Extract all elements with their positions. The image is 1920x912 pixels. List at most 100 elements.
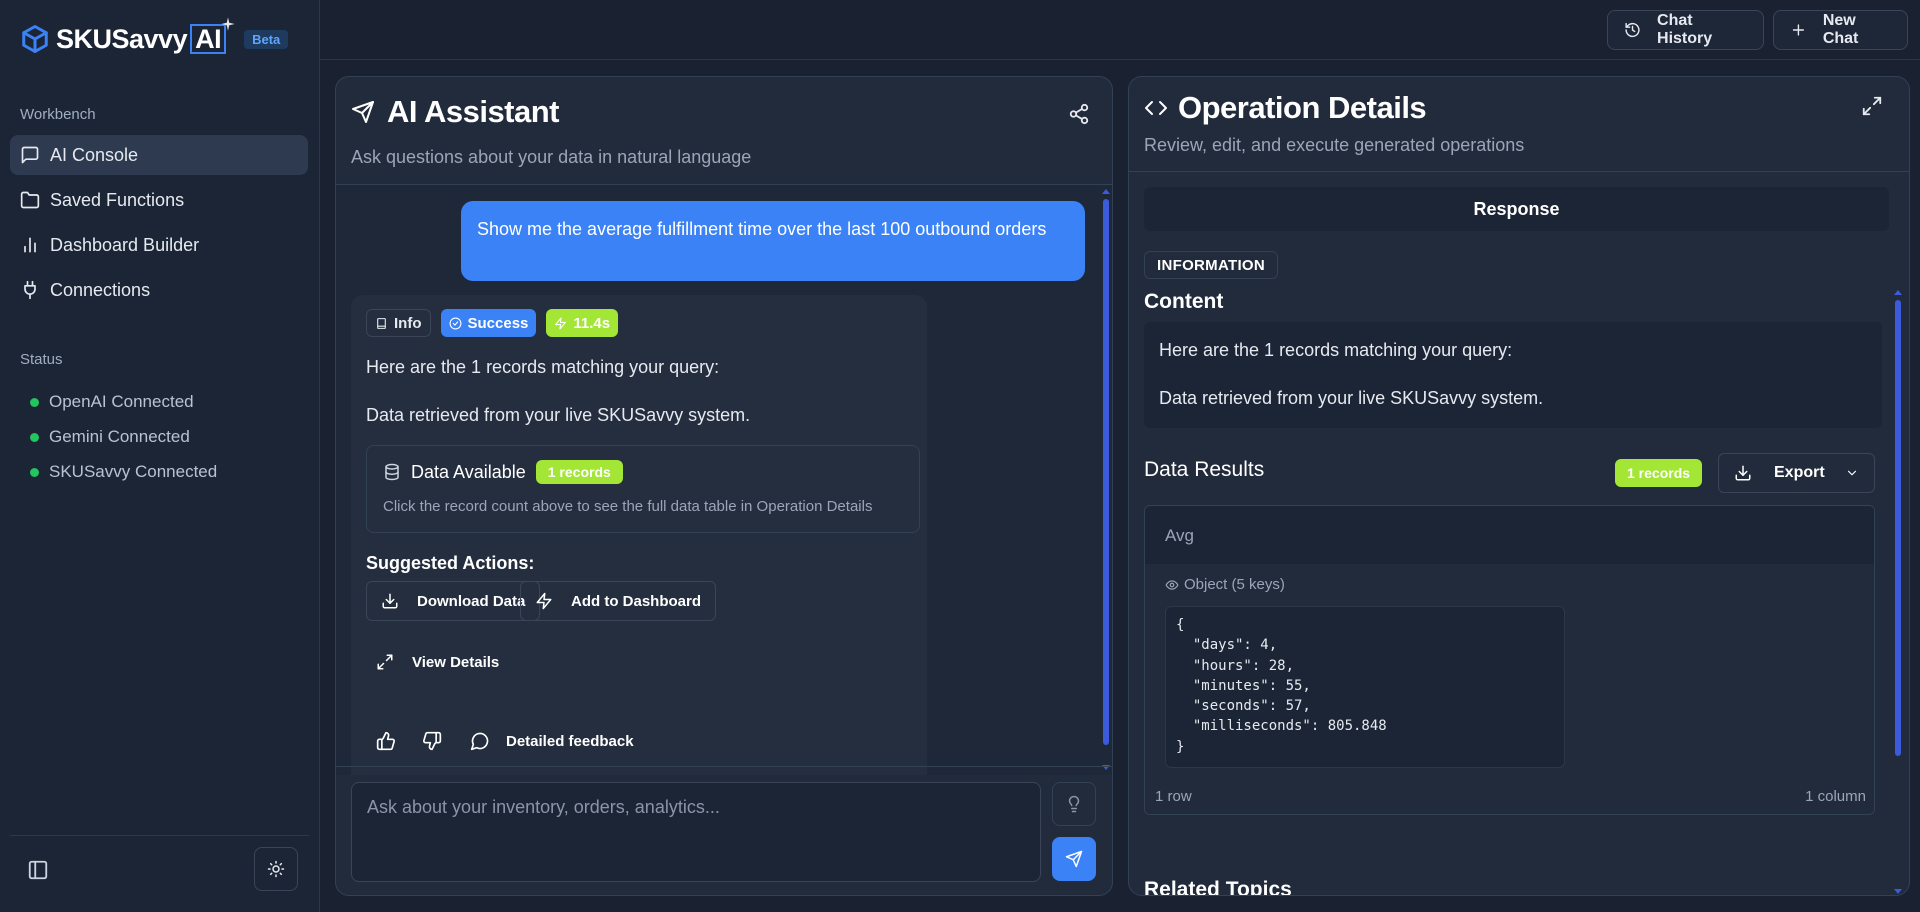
scroll-up-arrow[interactable] <box>1894 290 1902 295</box>
history-icon <box>1625 22 1640 38</box>
code-icon <box>1145 101 1167 115</box>
suggested-actions-label: Suggested Actions: <box>366 553 535 573</box>
brand-name: SKUSavvy <box>56 23 188 54</box>
chat-messages[interactable]: Show me the average fulfillment time ove… <box>336 185 1112 775</box>
download-data-label: Download Data <box>417 592 526 610</box>
records-count-badge[interactable]: 1 records <box>535 460 623 484</box>
thumbs-down-icon[interactable] <box>422 731 442 751</box>
response-badges: Info Success 11.4s <box>366 309 619 337</box>
sidebar-divider <box>10 835 309 836</box>
assistant-message: Info Success 11.4s Here are the 1 record… <box>351 295 927 775</box>
chat-input[interactable] <box>351 782 1041 882</box>
brand-ai: AI <box>190 17 235 54</box>
lightning-icon <box>555 317 567 329</box>
status-skusavvy: SKUSavvy Connected <box>30 462 217 482</box>
send-button[interactable] <box>1052 837 1096 881</box>
status-dot <box>30 467 39 477</box>
export-button[interactable]: Export <box>1718 453 1875 493</box>
sidebar-item-label: AI Console <box>50 144 139 165</box>
sidebar-item-label: Connections <box>50 279 151 300</box>
data-available-label: Data Available <box>411 461 526 482</box>
status-text: SKUSavvy Connected <box>49 462 218 481</box>
share-icon[interactable] <box>1068 103 1090 125</box>
thumbs-up-icon[interactable] <box>376 731 396 751</box>
detailed-feedback-button[interactable]: Detailed feedback <box>470 731 634 751</box>
sidebar-item-dashboard-builder[interactable]: Dashboard Builder <box>10 225 308 265</box>
beta-badge: Beta <box>244 29 289 49</box>
status-gemini: Gemini Connected <box>30 427 190 447</box>
suggestions-button[interactable] <box>1052 782 1096 826</box>
sidebar-item-label: Dashboard Builder <box>50 234 200 255</box>
content-box: Here are the 1 records matching your que… <box>1144 322 1882 428</box>
send-icon <box>352 101 374 123</box>
column-count: 1 column <box>1805 788 1866 805</box>
table-footer: 1 row 1 column <box>1145 778 1874 814</box>
top-bar: Chat History New Chat <box>320 0 1920 60</box>
expand-icon <box>377 654 393 670</box>
json-value: { "days": 4, "hours": 28, "minutes": 55,… <box>1165 606 1565 768</box>
row-count: 1 row <box>1155 788 1192 805</box>
content-heading: Content <box>1144 290 1224 313</box>
book-icon <box>377 317 386 329</box>
message-circle-icon <box>470 732 489 751</box>
detailed-feedback-label: Detailed feedback <box>506 732 634 750</box>
chat-history-label: Chat History <box>1657 12 1713 47</box>
chat-bubble-icon <box>21 146 39 164</box>
lightbulb-icon <box>1068 795 1080 813</box>
brand-logo[interactable]: SKUSavvy AI Beta <box>20 17 289 58</box>
view-details-button[interactable]: View Details <box>376 653 499 671</box>
data-available-box: Data Available 1 records Click the recor… <box>366 445 920 533</box>
info-badge: Info <box>366 309 431 337</box>
status-dot <box>30 397 39 407</box>
status-text: Gemini Connected <box>49 427 190 446</box>
data-available-header: Data Available 1 records <box>383 460 623 484</box>
chat-subtitle: Ask questions about your data in natural… <box>351 147 752 167</box>
chat-scrollbar[interactable] <box>1103 199 1109 745</box>
check-circle-icon <box>449 317 461 329</box>
sidebar-toggle-icon[interactable] <box>27 859 49 881</box>
duration-badge-text: 11.4s <box>573 314 611 332</box>
chat-history-button[interactable]: Chat History <box>1607 10 1764 50</box>
scroll-down-arrow[interactable] <box>1894 889 1902 894</box>
new-chat-button[interactable]: New Chat <box>1773 10 1908 50</box>
ops-title: Operation Details <box>1144 90 1427 126</box>
ops-body[interactable]: Response INFORMATION Content Here are th… <box>1129 172 1909 895</box>
information-tag: INFORMATION <box>1144 251 1279 279</box>
brand-wordmark: SKUSavvy AI <box>56 17 235 55</box>
plus-icon <box>1792 24 1805 36</box>
download-icon <box>382 593 398 609</box>
chevron-down-icon <box>1847 470 1856 476</box>
object-label[interactable]: Object (5 keys) <box>1165 576 1285 593</box>
add-to-dashboard-button[interactable]: Add to Dashboard <box>520 581 716 621</box>
content-text: Here are the 1 records matching your que… <box>1159 340 1513 360</box>
data-results-heading: Data Results <box>1144 458 1265 481</box>
tab-response[interactable]: Response <box>1144 187 1889 231</box>
ops-scrollbar[interactable] <box>1895 300 1901 756</box>
bar-chart-icon <box>24 237 36 253</box>
maximize-icon[interactable] <box>1861 95 1883 117</box>
plug-icon <box>24 280 36 300</box>
database-icon <box>385 463 399 481</box>
add-to-dashboard-label: Add to Dashboard <box>571 592 701 610</box>
ops-subtitle: Review, edit, and execute generated oper… <box>1144 135 1525 155</box>
sidebar-item-connections[interactable]: Connections <box>10 270 308 310</box>
status-openai: OpenAI Connected <box>30 392 194 412</box>
status-text: OpenAI Connected <box>49 392 194 411</box>
response-text: Data retrieved from your live SKUSavvy s… <box>366 405 751 425</box>
brand-ai-text: AI <box>195 24 222 54</box>
download-data-button[interactable]: Download Data <box>366 581 541 621</box>
chat-title-text: AI Assistant <box>387 94 560 129</box>
status-dot <box>30 432 39 442</box>
sidebar-item-ai-console[interactable]: AI Console <box>10 135 308 175</box>
response-text: Here are the 1 records matching your que… <box>366 357 720 377</box>
sidebar: SKUSavvy AI Beta Workbench AI Console Sa… <box>0 0 320 912</box>
sidebar-item-saved-functions[interactable]: Saved Functions <box>10 180 308 220</box>
export-label: Export <box>1774 464 1825 481</box>
sidebar-item-label: Saved Functions <box>50 189 185 210</box>
scroll-up-arrow[interactable] <box>1102 189 1110 194</box>
theme-toggle-button[interactable] <box>254 847 298 891</box>
content-text: Data retrieved from your live SKUSavvy s… <box>1159 388 1544 408</box>
object-label-text: Object (5 keys) <box>1184 576 1285 593</box>
cube-logo-icon <box>22 25 48 53</box>
column-header-avg[interactable]: Avg <box>1145 506 1874 564</box>
